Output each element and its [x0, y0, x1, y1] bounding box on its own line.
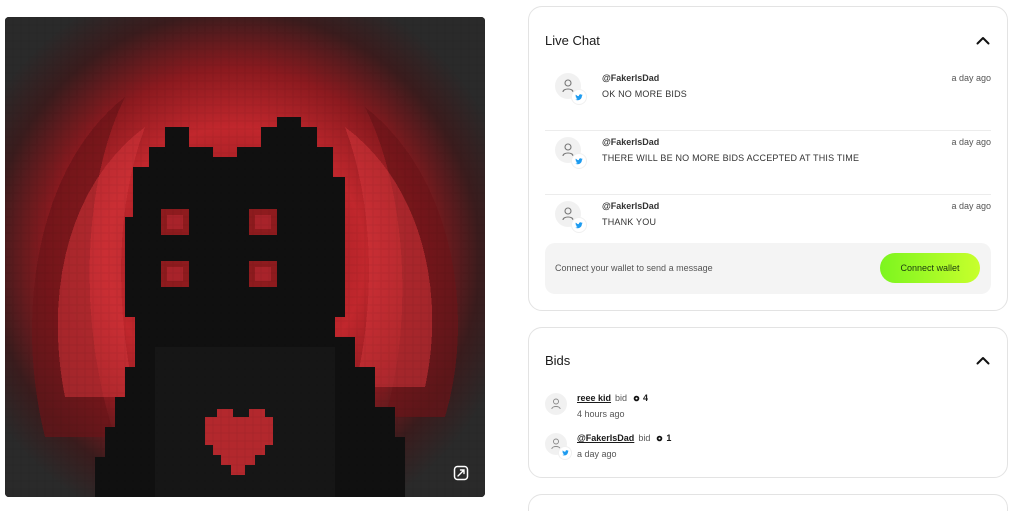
bids-title: Bids — [545, 352, 571, 368]
artwork-image — [5, 17, 485, 497]
live-chat-header[interactable]: Live Chat — [545, 29, 991, 51]
chevron-up-icon[interactable] — [975, 32, 991, 48]
bidder-link[interactable]: reee kid — [577, 393, 611, 403]
twitter-icon — [572, 90, 586, 104]
twitter-icon — [572, 154, 586, 168]
message-author[interactable]: @FakerIsDad — [602, 137, 659, 147]
message-text: THANK YOU — [602, 217, 657, 227]
live-chat-title: Live Chat — [545, 32, 600, 48]
chat-message: @FakerIsDad a day ago THERE WILL BE NO M… — [545, 131, 991, 195]
currency-icon — [633, 395, 640, 401]
bid-action: bid — [615, 393, 628, 403]
bid-amount-value: 1 — [666, 433, 672, 443]
chat-compose-box: Connect your wallet to send a message Co… — [545, 243, 991, 294]
nft-artwork[interactable] — [5, 17, 485, 497]
bid-amount: 1 — [656, 433, 671, 443]
bidder-link[interactable]: @FakerIsDad — [577, 433, 634, 443]
chat-message: @FakerIsDad a day ago OK NO MORE BIDS — [545, 67, 991, 131]
twitter-icon — [572, 218, 586, 232]
chevron-up-icon[interactable] — [975, 352, 991, 368]
expand-icon[interactable] — [451, 463, 471, 483]
live-chat-panel: Live Chat @FakerIsDad a day ago OK NO MO… — [528, 6, 1008, 311]
compose-hint: Connect your wallet to send a message — [555, 263, 713, 273]
bid-summary: reee kid bid 4 — [577, 393, 648, 403]
bid-summary: @FakerIsDad bid 1 — [577, 433, 671, 443]
message-author[interactable]: @FakerIsDad — [602, 73, 659, 83]
message-text: OK NO MORE BIDS — [602, 89, 688, 99]
user-icon[interactable] — [545, 393, 567, 415]
bids-panel: Bids reee kid bid 4 4 hours ago @FakerIs… — [528, 327, 1008, 478]
bid-item: reee kid bid 4 4 hours ago — [545, 393, 991, 433]
bid-time: 4 hours ago — [577, 409, 625, 419]
currency-icon — [657, 435, 663, 441]
user-icon[interactable] — [555, 201, 586, 232]
connect-wallet-button[interactable]: Connect wallet — [880, 253, 980, 283]
message-time: a day ago — [951, 73, 991, 83]
bids-header[interactable]: Bids — [545, 349, 991, 371]
message-time: a day ago — [951, 137, 991, 147]
bid-amount: 4 — [633, 393, 648, 403]
bid-amount-value: 4 — [643, 393, 649, 403]
user-icon[interactable] — [555, 137, 586, 168]
user-icon[interactable] — [555, 73, 586, 104]
bid-time: a day ago — [577, 449, 617, 459]
user-icon[interactable] — [545, 433, 571, 459]
message-text: THERE WILL BE NO MORE BIDS ACCEPTED AT T… — [602, 153, 860, 163]
bid-action: bid — [638, 433, 651, 443]
message-author[interactable]: @FakerIsDad — [602, 201, 659, 211]
message-time: a day ago — [951, 201, 991, 211]
bid-item: @FakerIsDad bid 1 a day ago — [545, 433, 991, 473]
next-panel — [528, 494, 1008, 511]
twitter-icon — [559, 447, 571, 459]
